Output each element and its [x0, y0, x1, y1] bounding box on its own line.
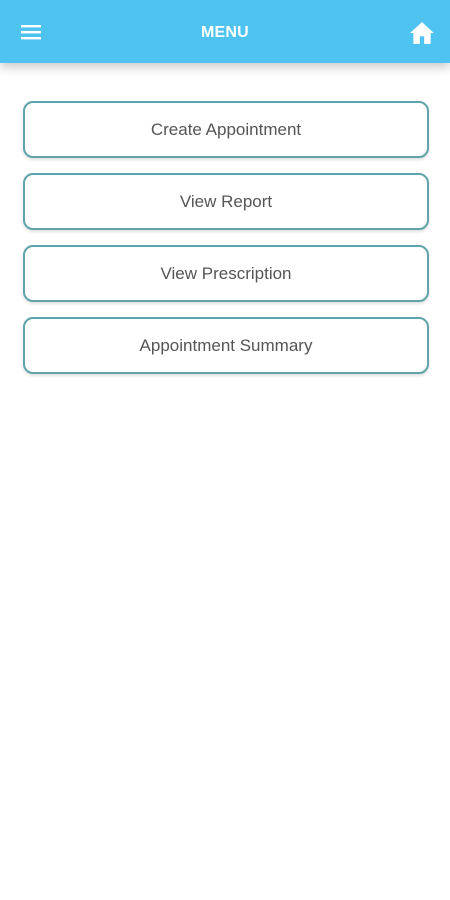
home-button[interactable]	[402, 13, 442, 53]
menu-list: Create Appointment View Report View Pres…	[23, 101, 429, 389]
view-report-button[interactable]: View Report	[23, 173, 429, 230]
app-bar: MENU	[0, 0, 450, 63]
home-icon	[410, 22, 434, 44]
appointment-summary-button[interactable]: Appointment Summary	[23, 317, 429, 374]
view-prescription-button[interactable]: View Prescription	[23, 245, 429, 302]
hamburger-menu-icon	[21, 25, 41, 40]
menu-button[interactable]	[12, 13, 50, 51]
create-appointment-button[interactable]: Create Appointment	[23, 101, 429, 158]
page-title: MENU	[201, 24, 249, 41]
